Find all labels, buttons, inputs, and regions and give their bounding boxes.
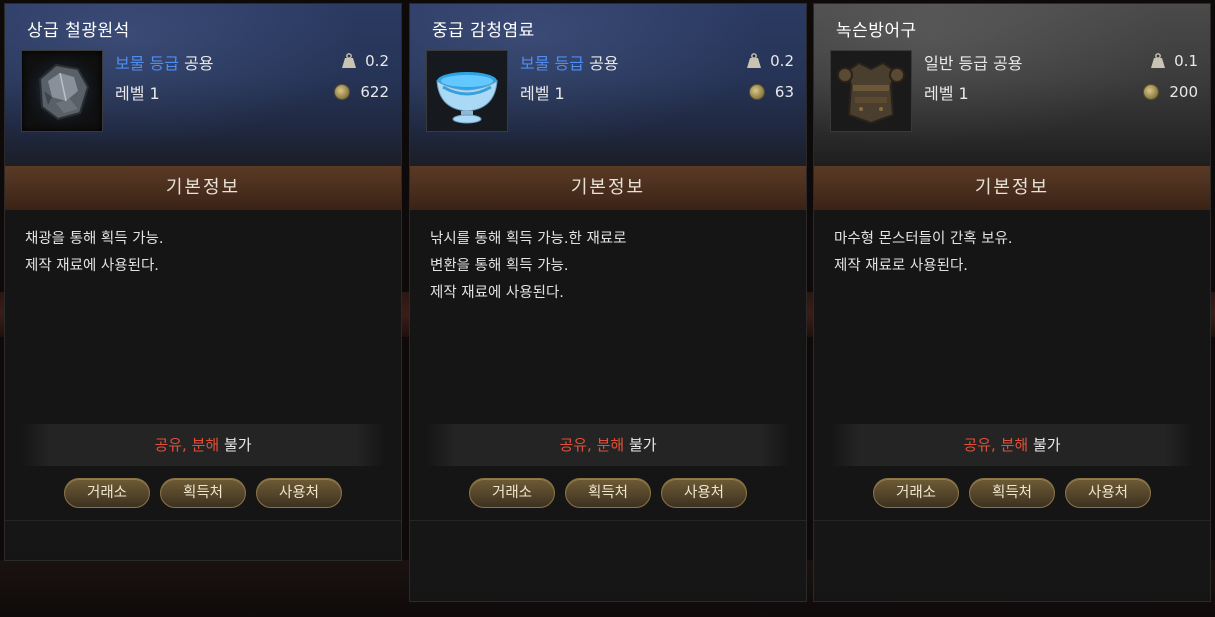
item-price: 63: [748, 83, 794, 101]
acquisition-button[interactable]: 획득처: [969, 478, 1055, 508]
usage-button[interactable]: 사용처: [1065, 478, 1151, 508]
weight-icon: [342, 53, 357, 68]
restriction-notice: 공유, 분해 불가: [21, 424, 385, 466]
weight-value: 0.2: [365, 52, 389, 70]
iron-ore-icon: [21, 50, 103, 132]
section-basic-info: 기본정보: [814, 166, 1210, 210]
weight-icon: [747, 53, 762, 68]
grade-label: 보물 등급: [520, 54, 584, 73]
price-value: 200: [1169, 83, 1198, 101]
coin-icon: [748, 84, 765, 100]
exchange-button[interactable]: 거래소: [873, 478, 959, 508]
restriction-notice: 공유, 분해 불가: [830, 424, 1194, 466]
item-description: 채광을 통해 획득 가능. 제작 재료에 사용된다.: [5, 210, 401, 424]
blue-dye-bowl-icon: [426, 50, 508, 132]
restriction-suffix: 불가: [624, 436, 657, 454]
description-line: 채광을 통해 획득 가능.: [25, 231, 164, 247]
price-value: 622: [360, 83, 389, 101]
item-level: 레벨 1: [520, 84, 565, 103]
restriction-notice: 공유, 분해 불가: [426, 424, 790, 466]
item-description: 마수형 몬스터들이 간혹 보유. 제작 재료로 사용된다.: [814, 210, 1210, 424]
weight-value: 0.1: [1174, 52, 1198, 70]
item-weight: 0.2: [746, 52, 794, 70]
item-title: 녹슨방어구: [836, 21, 917, 41]
acquisition-button[interactable]: 획득처: [160, 478, 246, 508]
description-line: 낚시를 통해 획득 가능.한 재료로: [430, 231, 627, 247]
usage-button[interactable]: 사용처: [256, 478, 342, 508]
grade-label: 일반 등급: [924, 54, 988, 73]
grade-label: 보물 등급: [115, 54, 179, 73]
coin-icon: [1143, 84, 1160, 100]
grade-type: 공용: [589, 54, 619, 73]
item-title: 상급 철광원석: [27, 21, 130, 41]
description-line: 제작 재료로 사용된다.: [834, 258, 968, 274]
item-grade: 보물 등급 공용: [115, 50, 214, 74]
grade-type: 공용: [993, 54, 1023, 73]
weight-icon: [1151, 53, 1166, 68]
usage-button[interactable]: 사용처: [661, 478, 747, 508]
description-line: 변환을 통해 획득 가능.: [430, 258, 569, 274]
description-line: 제작 재료에 사용된다.: [25, 258, 159, 274]
card-footer: [814, 520, 1210, 591]
item-grade: 일반 등급 공용: [924, 50, 1023, 74]
item-card-rusted-armor: 녹슨방어구 일반 등급 공용 레벨 1 0.1 200 기본정보 마수형 몬스터…: [814, 4, 1210, 601]
restriction-items: 공유, 분해: [154, 436, 220, 454]
item-grade: 보물 등급 공용: [520, 50, 619, 74]
item-level: 레벨 1: [115, 84, 160, 103]
description-line: 제작 재료에 사용된다.: [430, 285, 564, 301]
item-weight: 0.2: [341, 52, 389, 70]
restriction-items: 공유, 분해: [559, 436, 625, 454]
card-footer: [410, 520, 806, 591]
price-value: 63: [774, 83, 794, 101]
card-header: 녹슨방어구 일반 등급 공용 레벨 1 0.1 200: [814, 4, 1210, 166]
item-description: 낚시를 통해 획득 가능.한 재료로 변환을 통해 획득 가능. 제작 재료에 …: [410, 210, 806, 424]
card-footer: [5, 520, 401, 551]
coin-icon: [334, 84, 351, 100]
card-header: 중급 감청염료 보물 등급 공용 레벨 1 0.2 63: [410, 4, 806, 166]
rusted-armor-icon: [830, 50, 912, 132]
section-basic-info: 기본정보: [5, 166, 401, 210]
item-card-blue-dye: 중급 감청염료 보물 등급 공용 레벨 1 0.2 63 기본정보 낚시를 통해…: [410, 4, 806, 601]
grade-type: 공용: [184, 54, 214, 73]
action-buttons: 거래소 획득처 사용처: [5, 478, 401, 508]
acquisition-button[interactable]: 획득처: [565, 478, 651, 508]
card-header: 상급 철광원석 보물 등급 공용 레벨 1 0.2 622: [5, 4, 401, 166]
item-price: 200: [1143, 83, 1198, 101]
item-title: 중급 감청염료: [432, 21, 535, 41]
item-level: 레벨 1: [924, 84, 969, 103]
item-weight: 0.1: [1150, 52, 1198, 70]
action-buttons: 거래소 획득처 사용처: [410, 478, 806, 508]
section-basic-info: 기본정보: [410, 166, 806, 210]
exchange-button[interactable]: 거래소: [64, 478, 150, 508]
restriction-suffix: 불가: [219, 436, 252, 454]
item-price: 622: [334, 83, 389, 101]
item-card-iron-ore: 상급 철광원석 보물 등급 공용 레벨 1 0.2 622 기본정보 채광을 통…: [5, 4, 401, 560]
exchange-button[interactable]: 거래소: [469, 478, 555, 508]
action-buttons: 거래소 획득처 사용처: [814, 478, 1210, 508]
restriction-items: 공유, 분해: [963, 436, 1029, 454]
weight-value: 0.2: [770, 52, 794, 70]
description-line: 마수형 몬스터들이 간혹 보유.: [834, 231, 1013, 247]
restriction-suffix: 불가: [1028, 436, 1061, 454]
